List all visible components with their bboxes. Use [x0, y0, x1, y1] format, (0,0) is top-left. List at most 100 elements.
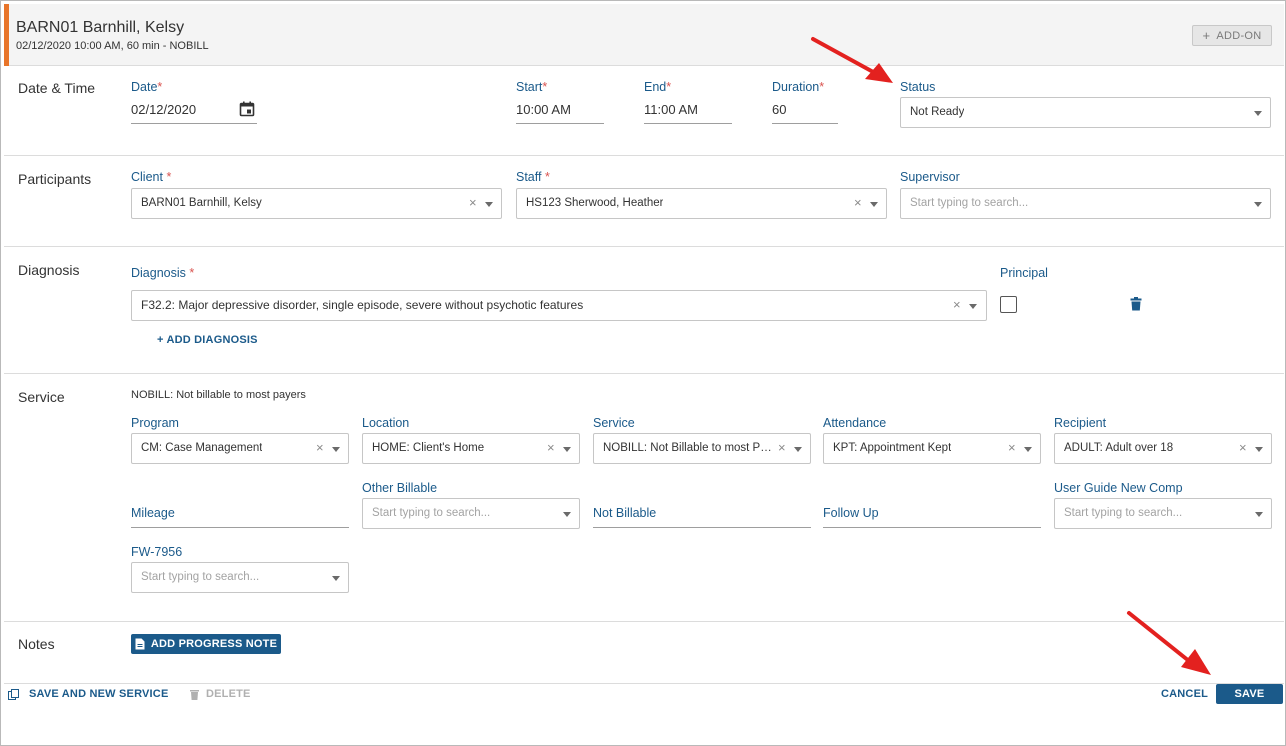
attendance-select[interactable]: KPT: Appointment Kept × — [823, 433, 1041, 464]
trash-icon[interactable] — [1130, 297, 1142, 311]
supervisor-placeholder: Start typing to search... — [910, 197, 1029, 209]
chevron-down-icon — [969, 304, 977, 309]
client-select[interactable]: BARN01 Barnhill, Kelsy × — [131, 188, 502, 219]
recipient-value: ADULT: Adult over 18 — [1064, 442, 1174, 454]
program-value: CM: Case Management — [141, 442, 263, 454]
not-billable-label: Not Billable — [593, 506, 657, 520]
chevron-down-icon — [1024, 447, 1032, 452]
staff-select[interactable]: HS123 Sherwood, Heather × — [516, 188, 887, 219]
add-diagnosis-button[interactable]: + ADD DIAGNOSIS — [157, 334, 258, 346]
section-diagnosis: Diagnosis — [18, 262, 80, 278]
add-progress-note-label: ADD PROGRESS NOTE — [150, 638, 278, 650]
attendance-label: Attendance — [823, 416, 887, 430]
location-value: HOME: Client's Home — [372, 442, 485, 454]
dialog-header: BARN01 Barnhill, Kelsy 02/12/2020 10:00 … — [4, 4, 1284, 66]
recipient-select[interactable]: ADULT: Adult over 18 × — [1054, 433, 1272, 464]
program-label: Program — [131, 416, 179, 430]
status-value: Not Ready — [910, 106, 965, 118]
chevron-down-icon — [332, 447, 340, 452]
clear-icon[interactable]: × — [1239, 440, 1247, 455]
annotation-arrow-save — [1127, 611, 1211, 675]
clear-icon[interactable]: × — [854, 195, 862, 210]
attendance-value: KPT: Appointment Kept — [833, 442, 952, 454]
start-label: Start* — [516, 80, 548, 94]
clear-icon[interactable]: × — [953, 297, 961, 312]
clear-icon[interactable]: × — [469, 195, 477, 210]
section-date-time: Date & Time — [18, 80, 96, 96]
clear-icon[interactable]: × — [547, 440, 555, 455]
supervisor-select[interactable]: Start typing to search... — [900, 188, 1271, 219]
location-label: Location — [362, 416, 410, 430]
divider — [4, 621, 1284, 622]
divider — [4, 155, 1284, 156]
service-label: Service — [593, 416, 635, 430]
user-guide-label: User Guide New Comp — [1054, 481, 1183, 495]
duration-input[interactable]: 60 — [772, 98, 838, 124]
service-value: NOBILL: Not Billable to most Pa... — [603, 442, 773, 454]
chevron-down-icon — [563, 447, 571, 452]
program-select[interactable]: CM: Case Management × — [131, 433, 349, 464]
principal-label: Principal — [1000, 266, 1048, 280]
status-select[interactable]: Not Ready — [900, 97, 1271, 128]
annotation-arrow-status — [811, 37, 893, 83]
section-notes: Notes — [18, 636, 55, 652]
date-value: 02/12/2020 — [131, 102, 197, 117]
fw-label: FW-7956 — [131, 545, 183, 559]
diagnosis-label: Diagnosis * — [131, 266, 195, 280]
fw-select[interactable]: Start typing to search... — [131, 562, 349, 593]
follow-up-input[interactable]: Follow Up — [823, 501, 1041, 528]
end-time-input[interactable]: 11:00 AM — [644, 98, 732, 124]
save-and-new-service-button[interactable]: SAVE AND NEW SERVICE — [8, 688, 169, 700]
chevron-down-icon — [563, 512, 571, 517]
clear-icon[interactable]: × — [1008, 440, 1016, 455]
add-on-button[interactable]: + ADD-ON — [1192, 25, 1272, 46]
save-and-new-label: SAVE AND NEW SERVICE — [29, 688, 169, 700]
other-billable-select[interactable]: Start typing to search... — [362, 498, 580, 529]
trash-icon — [190, 689, 199, 700]
delete-label: DELETE — [206, 688, 251, 700]
cancel-button[interactable]: CANCEL — [1161, 688, 1208, 700]
principal-checkbox[interactable] — [1000, 296, 1017, 313]
clear-icon[interactable]: × — [316, 440, 324, 455]
service-select[interactable]: NOBILL: Not Billable to most Pa... × — [593, 433, 811, 464]
location-select[interactable]: HOME: Client's Home × — [362, 433, 580, 464]
not-billable-input[interactable]: Not Billable — [593, 501, 811, 528]
calendar-icon[interactable] — [239, 101, 255, 117]
date-input[interactable]: 02/12/2020 — [131, 98, 257, 124]
add-progress-note-button[interactable]: ADD PROGRESS NOTE — [131, 634, 281, 654]
chevron-down-icon — [1255, 512, 1263, 517]
diagnosis-select[interactable]: F32.2: Major depressive disorder, single… — [131, 290, 987, 321]
chevron-down-icon — [1254, 111, 1262, 116]
appointment-dialog: BARN01 Barnhill, Kelsy 02/12/2020 10:00 … — [0, 0, 1286, 746]
staff-label: Staff * — [516, 170, 550, 184]
appointment-summary: 02/12/2020 10:00 AM, 60 min - NOBILL — [16, 40, 209, 52]
recipient-label: Recipient — [1054, 416, 1107, 430]
chevron-down-icon — [870, 202, 878, 207]
other-billable-label: Other Billable — [362, 481, 438, 495]
mileage-input[interactable]: Mileage — [131, 501, 349, 528]
document-icon — [135, 638, 145, 650]
chevron-down-icon — [794, 447, 802, 452]
chevron-down-icon — [332, 576, 340, 581]
follow-up-label: Follow Up — [823, 506, 879, 520]
diagnosis-value: F32.2: Major depressive disorder, single… — [141, 298, 584, 312]
chevron-down-icon — [1254, 202, 1262, 207]
fw-placeholder: Start typing to search... — [141, 571, 260, 583]
add-on-label: ADD-ON — [1216, 29, 1262, 42]
billing-note: NOBILL: Not billable to most payers — [131, 389, 306, 401]
supervisor-label: Supervisor — [900, 170, 960, 184]
end-label: End* — [644, 80, 672, 94]
section-service: Service — [18, 389, 65, 405]
status-label: Status — [900, 80, 936, 94]
mileage-label: Mileage — [131, 506, 175, 520]
clear-icon[interactable]: × — [778, 440, 786, 455]
staff-value: HS123 Sherwood, Heather — [526, 197, 664, 209]
delete-button[interactable]: DELETE — [190, 688, 251, 700]
date-label: Date* — [131, 80, 163, 94]
user-guide-select[interactable]: Start typing to search... — [1054, 498, 1272, 529]
header-accent-bar — [4, 4, 9, 66]
footer-divider — [4, 683, 1284, 684]
user-guide-placeholder: Start typing to search... — [1064, 507, 1183, 519]
start-time-input[interactable]: 10:00 AM — [516, 98, 604, 124]
save-button[interactable]: SAVE — [1216, 684, 1283, 704]
